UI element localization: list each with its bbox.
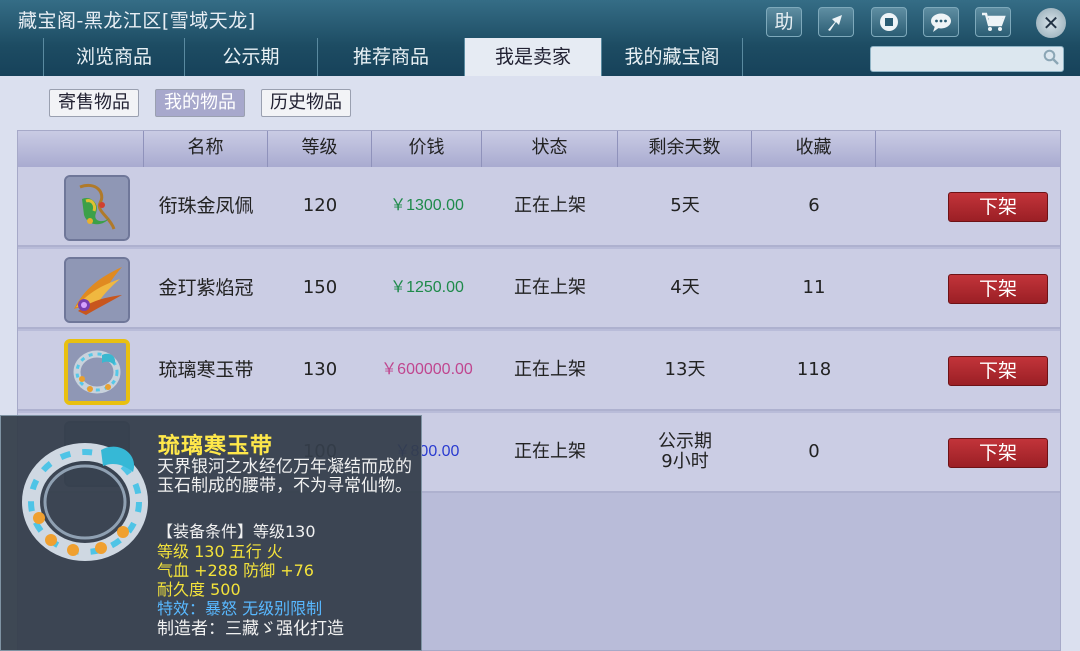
item-status: 正在上架 [514,277,586,298]
stop-circle-icon [880,13,898,31]
close-button[interactable]: ✕ [1036,8,1066,38]
item-fav: 0 [808,441,820,462]
tooltip-maker: 制造者：三藏ゞ强化打造 [157,619,344,639]
title-bar: 藏宝阁-黑龙江区[雪域天龙] 助 ✕ 浏览商品 公示期 推荐商品 我是卖家 我的… [0,0,1080,76]
subtab-my-items[interactable]: 我的物品 [155,89,245,117]
jade-belt-icon[interactable] [64,339,130,405]
header-name: 名称 [144,131,268,167]
item-name: 琉璃寒玉带 [158,359,254,381]
tab-recommended[interactable]: 推荐商品 [317,38,464,76]
item-fav: 11 [802,277,826,298]
flame-crown-icon[interactable] [64,257,130,323]
treasure-window: 藏宝阁-黑龙江区[雪域天龙] 助 ✕ 浏览商品 公示期 推荐商品 我是卖家 我的… [0,0,1080,651]
item-fav: 118 [796,359,832,380]
header-status: 状态 [482,131,618,167]
window-title: 藏宝阁-黑龙江区[雪域天龙] [18,10,256,32]
item-status: 正在上架 [514,195,586,216]
item-level: 130 [302,359,338,380]
tooltip-description: 天界银河之水经亿万年凝结而成的玉石制成的腰带，不为寻常仙物。 [157,457,412,496]
header-blank [18,131,144,167]
tab-browse[interactable]: 浏览商品 [43,38,184,76]
header-price: 价钱 [372,131,482,167]
item-price: ￥1250.00 [390,279,464,296]
close-icon: ✕ [1042,11,1060,35]
delist-button[interactable]: 下架 [948,192,1048,222]
table-row[interactable]: 琉璃寒玉带 130 ￥600000.00 正在上架 13天 118 下架 [18,331,1060,411]
search-icon[interactable] [1043,49,1059,65]
header-days: 剩余天数 [618,131,752,167]
phoenix-pendant-icon[interactable] [64,175,130,241]
item-days: 5天 [670,195,700,216]
item-fav: 6 [808,195,820,216]
tab-seller[interactable]: 我是卖家 [464,38,601,76]
cart-icon [982,12,1006,31]
item-price: ￥600000.00 [381,361,473,378]
item-name: 衔珠金凤佩 [158,195,254,217]
item-level: 150 [302,277,338,298]
item-days: 公示期 9小时 [658,431,712,472]
table-row[interactable]: 金玎紫焰冠 150 ￥1250.00 正在上架 4天 11 下架 [18,249,1060,329]
item-days: 4天 [670,277,700,298]
subtab-history[interactable]: 历史物品 [261,89,351,117]
delist-button[interactable]: 下架 [948,438,1048,468]
tab-public[interactable]: 公示期 [184,38,317,76]
search-box[interactable] [870,46,1064,72]
main-tabs: 浏览商品 公示期 推荐商品 我是卖家 我的藏宝阁 [43,38,743,76]
share-arrow-icon [828,15,842,31]
item-status: 正在上架 [514,441,586,462]
delist-button[interactable]: 下架 [948,356,1048,386]
item-name: 金玎紫焰冠 [158,277,254,299]
tooltip-title: 琉璃寒玉带 [158,434,274,459]
help-icon: 助 [774,11,794,33]
item-status: 正在上架 [514,359,586,380]
header-fav: 收藏 [752,131,876,167]
record-button[interactable] [871,7,907,37]
jade-belt-art [22,443,148,561]
item-tooltip: 琉璃寒玉带 天界银河之水经亿万年凝结而成的玉石制成的腰带，不为寻常仙物。 【装备… [0,415,422,651]
help-button[interactable]: 助 [766,7,802,37]
header-level: 等级 [268,131,372,167]
cart-button[interactable] [975,7,1011,37]
item-price: ￥1300.00 [390,197,464,214]
share-button[interactable] [818,7,854,37]
item-days: 13天 [664,359,706,380]
item-level: 120 [302,195,338,216]
tab-my-treasure[interactable]: 我的藏宝阁 [601,38,743,76]
delist-button[interactable]: 下架 [948,274,1048,304]
chat-bubble-icon [931,13,951,32]
chat-button[interactable] [923,7,959,37]
table-header: 名称 等级 价钱 状态 剩余天数 收藏 [18,131,1060,167]
subtab-consign[interactable]: 寄售物品 [49,89,139,117]
table-row[interactable]: 衔珠金凤佩 120 ￥1300.00 正在上架 5天 6 下架 [18,167,1060,247]
